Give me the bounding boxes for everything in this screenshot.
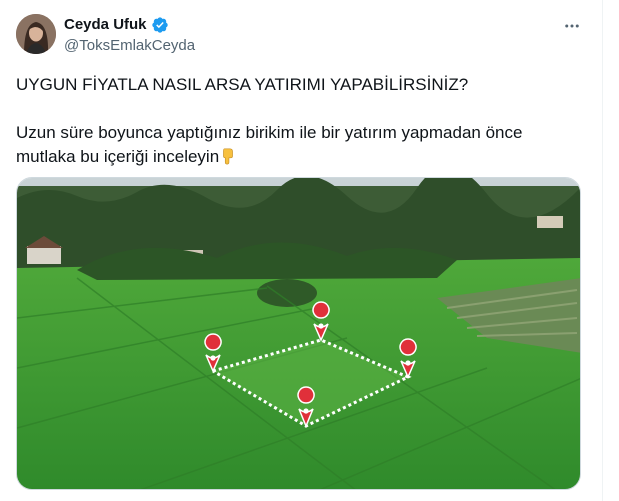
tweet-body-line-2-text: mutlaka bu içeriği inceleyin [16, 147, 220, 166]
tweet-body-line-2: mutlaka bu içeriği inceleyin [16, 145, 576, 172]
verified-badge-icon [151, 16, 169, 34]
aerial-green-field-with-plot-markers [17, 178, 580, 489]
column-divider [602, 0, 603, 501]
avatar-photo [16, 14, 56, 54]
tweet-headline: UYGUN FİYATLA NASIL ARSA YATIRIMI YAPABİ… [16, 75, 469, 94]
tweet-body-line-1: Uzun süre boyunca yaptığınız birikim ile… [16, 123, 523, 142]
author-handle[interactable]: @ToksEmlakCeyda [64, 36, 195, 56]
pointing-down-emoji-icon [219, 147, 237, 172]
avatar[interactable] [16, 14, 56, 54]
tweet-media-image[interactable] [16, 177, 581, 490]
more-options-icon[interactable] [560, 14, 584, 38]
author-row: Ceyda Ufuk [64, 15, 169, 35]
author-display-name[interactable]: Ceyda Ufuk [64, 15, 147, 35]
tweet-text: UYGUN FİYATLA NASIL ARSA YATIRIMI YAPABİ… [16, 73, 576, 172]
